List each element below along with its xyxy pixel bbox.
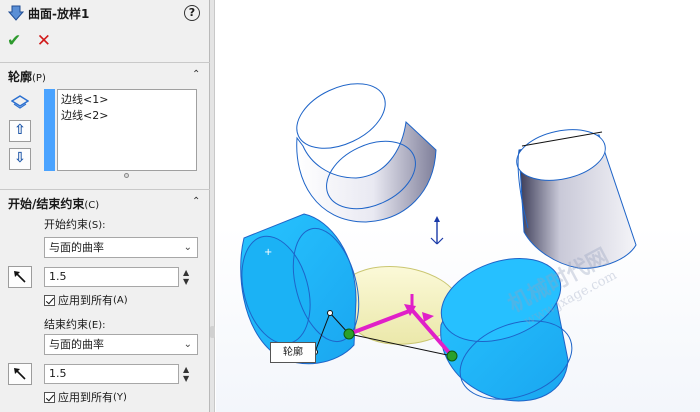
profiles-selection-indicator [44,89,55,171]
ok-icon[interactable]: ✔ [7,31,21,51]
feature-header: 曲面-放样1 ? [0,0,210,26]
direction-arrow-icon [14,368,26,380]
constraints-section-title[interactable]: 开始/结束约束(C) [8,195,99,212]
profiles-title-suffix: (P) [32,73,46,84]
reverse-direction-button[interactable] [8,266,32,288]
end-constraint-select[interactable]: 与面的曲率 ⌄ [44,334,198,355]
end-apply-all-label: 应用到所有 [58,391,113,404]
start-apply-all-suffix: (A) [113,295,128,306]
constraints-title-text: 开始/结束约束 [8,197,85,211]
start-constraint-text: 开始约束 [44,218,88,231]
checkbox-checked-icon [44,294,55,306]
list-resize-handle[interactable] [124,173,129,178]
start-tangent-length-input[interactable]: 1.5 [44,267,179,287]
ring-body[interactable] [287,71,437,223]
start-apply-all-label: 应用到所有 [58,294,113,307]
start-constraint-label: 开始约束(S): [44,216,106,232]
collapse-profiles-icon[interactable]: ⌃ [192,69,200,80]
chevron-down-icon: ⌄ [183,242,192,253]
profile-callout[interactable]: 轮廓 [270,342,316,363]
end-constraint-value: 与面的曲率 [49,338,104,351]
reference-triad-icon [430,216,444,245]
direction-arrow-icon [14,271,26,283]
feature-title: 曲面-放样1 [28,7,90,21]
collapse-constraints-icon[interactable]: ⌃ [192,196,200,207]
divider [0,189,210,190]
end-constraint-suffix: (E): [88,320,106,331]
profiles-section-title[interactable]: 轮廓(P) [8,68,46,85]
constraints-title-suffix: (C) [84,200,100,211]
property-manager-panel: 曲面-放样1 ? ✔ ✕ 轮廓(P) ⌃ ⇧ ⇩ 边线<1> 边线<2> 开始/… [0,0,210,412]
panel-splitter[interactable] [210,0,215,412]
start-apply-all-checkbox[interactable]: 应用到所有(A) [44,292,128,308]
end-spinner[interactable]: ▲ ▼ [183,365,195,383]
list-item[interactable]: 边线<2> [61,108,193,124]
loft-feature-icon [7,5,25,24]
splitter-grip[interactable] [210,326,215,338]
move-down-button[interactable]: ⇩ [9,148,31,170]
divider [0,62,210,63]
profiles-title-text: 轮廓 [8,70,33,84]
start-constraint-select[interactable]: 与面的曲率 ⌄ [44,237,198,258]
ok-cancel-bar: ✔ ✕ [7,31,63,51]
checkbox-checked-icon [44,391,55,403]
end-constraint-text: 结束约束 [44,318,88,331]
end-tangent-length-input[interactable]: 1.5 [44,364,179,384]
graphics-viewport[interactable]: + 轮廓 机械时代网 www.jxage.com [216,0,700,412]
end-apply-all-checkbox[interactable]: 应用到所有(Y) [44,389,127,405]
move-up-button[interactable]: ⇧ [9,120,31,142]
connector-point[interactable] [446,350,458,362]
end-constraint-label: 结束约束(E): [44,316,106,332]
help-icon[interactable]: ? [184,5,200,21]
start-constraint-suffix: (S): [88,220,106,231]
connector-point[interactable] [343,328,355,340]
cancel-icon[interactable]: ✕ [37,31,51,51]
start-spinner[interactable]: ▲ ▼ [183,268,195,286]
callout-anchor [327,310,333,316]
start-constraint-value: 与面的曲率 [49,241,104,254]
list-item[interactable]: 边线<1> [61,92,193,108]
profile-icon [10,95,30,112]
svg-text:+: + [264,247,272,258]
profiles-list[interactable]: 边线<1> 边线<2> [57,89,197,171]
chevron-down-icon: ⌄ [183,339,192,350]
reverse-direction-button[interactable] [8,363,32,385]
end-apply-all-suffix: (Y) [113,392,127,403]
